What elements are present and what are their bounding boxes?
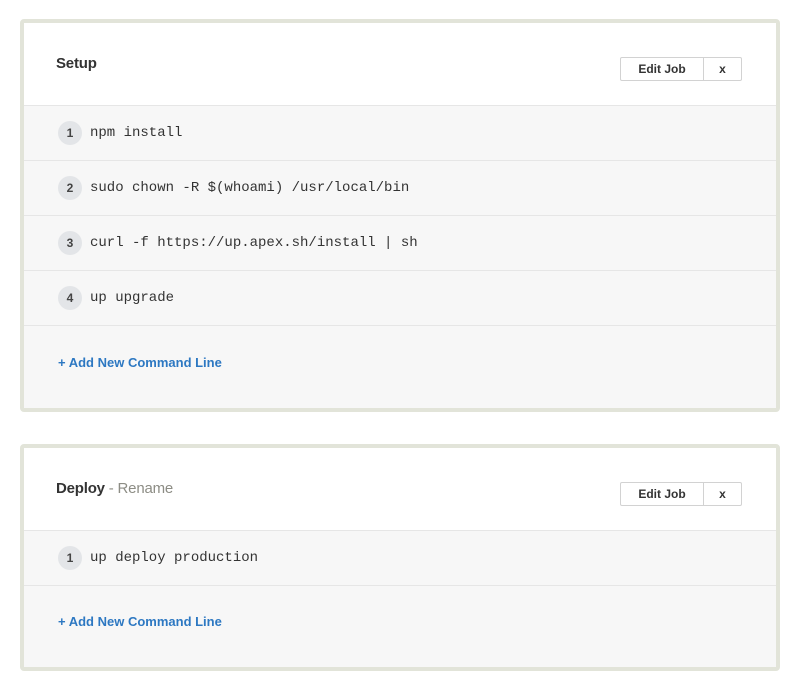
job-panel-deploy: Deploy - Rename Edit Job x 1 up deploy p…	[20, 444, 780, 671]
add-command-line-link[interactable]: + Add New Command Line	[24, 355, 776, 370]
command-text[interactable]: npm install	[90, 125, 182, 141]
command-text[interactable]: sudo chown -R $(whoami) /usr/local/bin	[90, 180, 409, 196]
close-job-button[interactable]: x	[704, 57, 742, 81]
command-text[interactable]: up upgrade	[90, 290, 174, 306]
edit-job-button[interactable]: Edit Job	[620, 57, 704, 81]
close-job-button[interactable]: x	[704, 482, 742, 506]
command-text[interactable]: up deploy production	[90, 550, 258, 566]
job-name: Setup	[56, 55, 97, 72]
command-line-row[interactable]: 1 up deploy production	[24, 531, 776, 586]
command-number-badge: 3	[58, 231, 82, 255]
add-command-line-link[interactable]: + Add New Command Line	[24, 614, 776, 629]
job-actions: Edit Job x	[620, 57, 742, 81]
command-number-badge: 4	[58, 286, 82, 310]
command-number-badge: 1	[58, 121, 82, 145]
command-number-badge: 2	[58, 176, 82, 200]
command-line-row[interactable]: 4 up upgrade	[24, 271, 776, 326]
job-title: Deploy - Rename	[56, 480, 173, 497]
command-text[interactable]: curl -f https://up.apex.sh/install | sh	[90, 235, 418, 251]
job-header: Deploy - Rename Edit Job x	[24, 448, 776, 531]
job-header: Setup Edit Job x	[24, 23, 776, 106]
job-actions: Edit Job x	[620, 482, 742, 506]
command-number-badge: 1	[58, 546, 82, 570]
command-line-row[interactable]: 3 curl -f https://up.apex.sh/install | s…	[24, 216, 776, 271]
job-panel-setup: Setup Edit Job x 1 npm install 2 sudo ch…	[20, 19, 780, 412]
job-title: Setup	[56, 55, 97, 72]
command-line-row[interactable]: 2 sudo chown -R $(whoami) /usr/local/bin	[24, 161, 776, 216]
edit-job-button[interactable]: Edit Job	[620, 482, 704, 506]
job-name: Deploy	[56, 480, 105, 497]
command-line-row[interactable]: 1 npm install	[24, 106, 776, 161]
rename-job-link[interactable]: - Rename	[109, 480, 173, 497]
